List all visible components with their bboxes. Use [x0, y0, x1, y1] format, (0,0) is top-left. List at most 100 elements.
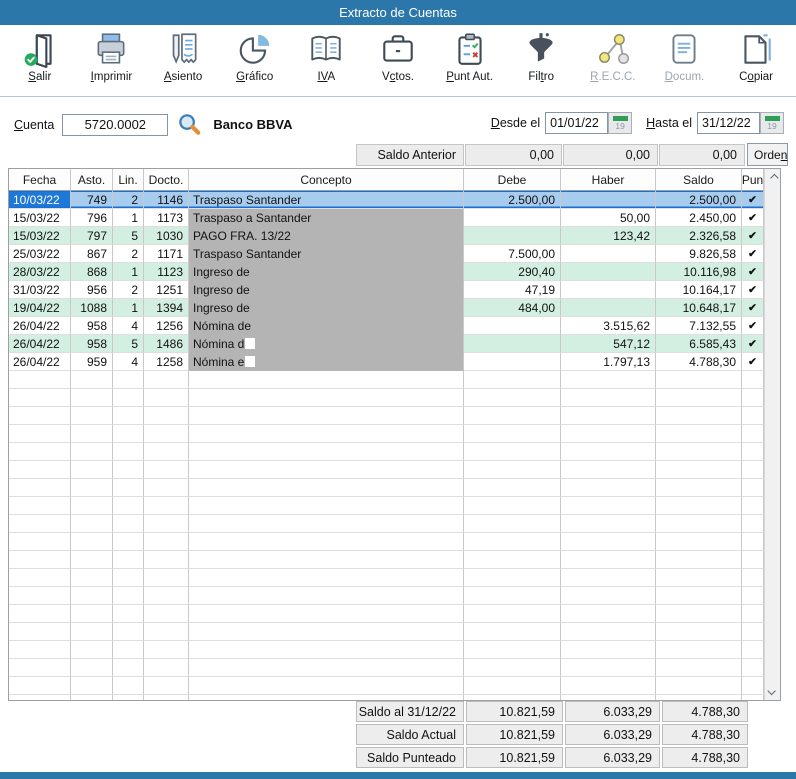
cell-pun [742, 623, 764, 641]
cell-pun: ✔ [742, 245, 764, 263]
empty-table-row[interactable] [9, 497, 780, 515]
desde-input[interactable] [545, 112, 608, 134]
cell-asto: 868 [71, 263, 113, 281]
cell-docto: 1258 [144, 353, 189, 371]
column-header-asto[interactable]: Asto. [71, 169, 113, 191]
column-header-fecha[interactable]: Fecha [9, 169, 71, 191]
cell-debe [464, 227, 561, 245]
orden-button[interactable]: Orden [747, 143, 788, 166]
table-row[interactable]: 10/03/2274921146Traspaso Santander2.500,… [9, 191, 780, 209]
cell-asto: 958 [71, 335, 113, 353]
table-row[interactable]: 15/03/2279611173Traspaso a Santander50,0… [9, 209, 780, 227]
scroll-up-icon[interactable] [765, 170, 780, 186]
cell-haber: 1.797,13 [561, 353, 656, 371]
toolbar-button-salir[interactable]: Salir [6, 30, 74, 83]
empty-table-row[interactable] [9, 587, 780, 605]
calendar-day: 19 [615, 121, 624, 131]
cell-debe [464, 389, 561, 407]
cell-saldo [656, 641, 742, 659]
scroll-down-icon[interactable] [765, 683, 780, 699]
vertical-scrollbar[interactable] [764, 169, 780, 700]
clipboard-check-icon [451, 30, 489, 68]
cell-asto [71, 479, 113, 497]
cell-concepto [189, 443, 464, 461]
desde-calendar-button[interactable]: 19 [608, 112, 632, 134]
cell-lin: 1 [113, 263, 144, 281]
cell-asto [71, 551, 113, 569]
saldo-anterior-haber: 0,00 [563, 144, 658, 166]
empty-table-row[interactable] [9, 659, 780, 677]
cell-debe [464, 317, 561, 335]
toolbar-button-copiar[interactable]: Copiar [722, 30, 790, 83]
summary-debe: 10.821,59 [466, 724, 563, 745]
table-row[interactable]: 28/03/2286811123Ingreso de290,4010.116,9… [9, 263, 780, 281]
cell-concepto [189, 533, 464, 551]
empty-table-row[interactable] [9, 407, 780, 425]
cell-lin [113, 605, 144, 623]
cell-fecha: 28/03/22 [9, 263, 71, 281]
cell-debe [464, 461, 561, 479]
empty-table-row[interactable] [9, 551, 780, 569]
empty-table-row[interactable] [9, 533, 780, 551]
table-row[interactable]: 26/04/2295941258Nómina e1.797,134.788,30… [9, 353, 780, 371]
toolbar-button-imprimir[interactable]: Imprimir [77, 30, 145, 83]
cell-docto [144, 641, 189, 659]
column-header-docto[interactable]: Docto. [144, 169, 189, 191]
table-row[interactable]: 31/03/2295621251Ingreso de47,1910.164,17… [9, 281, 780, 299]
column-header-haber[interactable]: Haber [561, 169, 656, 191]
cell-saldo [656, 569, 742, 587]
cell-saldo [656, 479, 742, 497]
toolbar-button-asiento[interactable]: Asiento [149, 30, 217, 83]
hasta-calendar-button[interactable]: 19 [760, 112, 784, 134]
table-row[interactable]: 19/04/22108811394Ingreso de484,0010.648,… [9, 299, 780, 317]
cell-asto: 956 [71, 281, 113, 299]
summary-saldo: 4.788,30 [662, 724, 748, 745]
empty-table-row[interactable] [9, 515, 780, 533]
cell-pun [742, 461, 764, 479]
toolbar-button-iva[interactable]: IVA [292, 30, 360, 83]
empty-table-row[interactable] [9, 623, 780, 641]
empty-table-row[interactable] [9, 425, 780, 443]
redaction-patch [245, 338, 255, 349]
empty-table-row[interactable] [9, 677, 780, 695]
cell-asto [71, 641, 113, 659]
cell-pun [742, 551, 764, 569]
empty-table-row[interactable] [9, 389, 780, 407]
cell-haber [561, 461, 656, 479]
empty-table-row[interactable] [9, 371, 780, 389]
toolbar-button-filtro[interactable]: Filtro [507, 30, 575, 83]
cuenta-input[interactable] [62, 114, 168, 136]
table-row[interactable]: 15/03/2279751030PAGO FRA. 13/22123,422.3… [9, 227, 780, 245]
cell-lin [113, 659, 144, 677]
empty-table-row[interactable] [9, 605, 780, 623]
titlebar[interactable]: Extracto de Cuentas [0, 0, 796, 25]
empty-table-row[interactable] [9, 479, 780, 497]
cell-haber: 547,12 [561, 335, 656, 353]
cell-docto [144, 371, 189, 389]
cell-fecha [9, 659, 71, 677]
cell-fecha [9, 425, 71, 443]
cell-fecha: 26/04/22 [9, 353, 71, 371]
cell-pun: ✔ [742, 209, 764, 227]
table-row[interactable]: 25/03/2286721171Traspaso Santander7.500,… [9, 245, 780, 263]
printer-icon [92, 30, 130, 68]
column-header-lin[interactable]: Lin. [113, 169, 144, 191]
empty-table-row[interactable] [9, 569, 780, 587]
cell-debe [464, 623, 561, 641]
column-header-debe[interactable]: Debe [464, 169, 561, 191]
column-header-pun[interactable]: Pun [742, 169, 764, 191]
empty-table-row[interactable] [9, 461, 780, 479]
toolbar-button-grafico[interactable]: Gráfico [221, 30, 289, 83]
toolbar-button-docum: Docum. [650, 30, 718, 83]
column-header-saldo[interactable]: Saldo [656, 169, 742, 191]
column-header-concepto[interactable]: Concepto [189, 169, 464, 191]
table-row[interactable]: 26/04/2295851486Nómina d547,126.585,43✔ [9, 335, 780, 353]
toolbar-button-punt-aut[interactable]: Punt Aut. [436, 30, 504, 83]
toolbar-button-vctos[interactable]: Vctos. [364, 30, 432, 83]
empty-table-row[interactable] [9, 443, 780, 461]
empty-table-row[interactable] [9, 641, 780, 659]
search-icon[interactable] [177, 112, 202, 137]
cell-fecha [9, 497, 71, 515]
hasta-input[interactable] [697, 112, 760, 134]
table-row[interactable]: 26/04/2295841256Nómina de3.515,627.132,5… [9, 317, 780, 335]
